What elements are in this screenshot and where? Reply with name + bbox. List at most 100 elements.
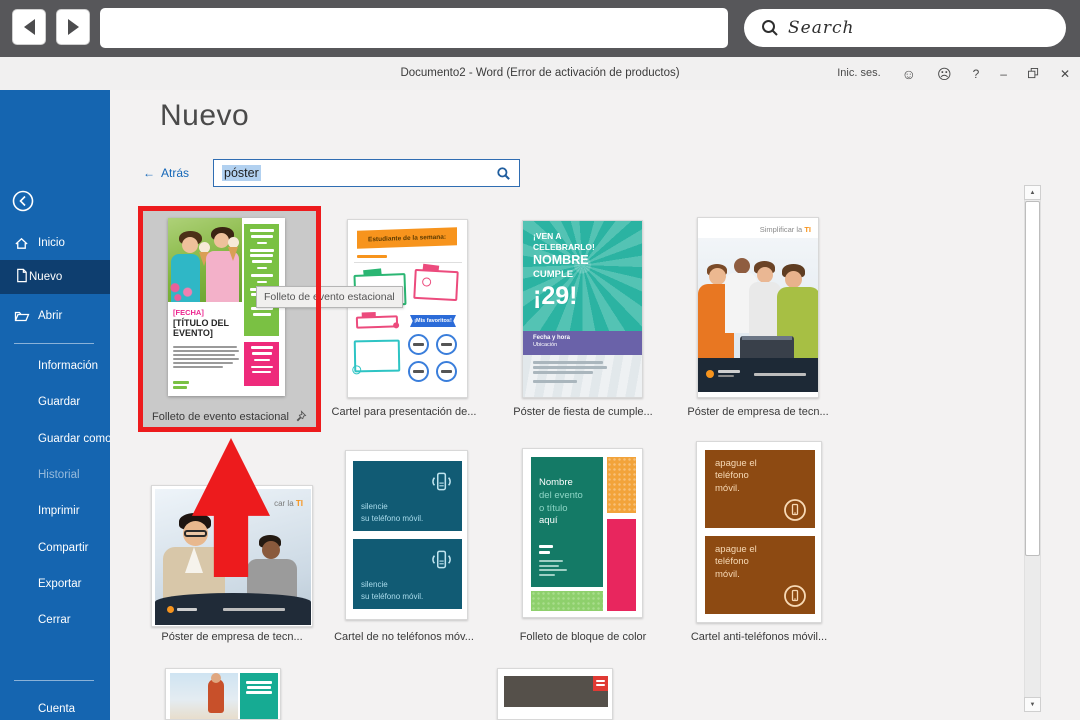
- poster-line: teléfono: [715, 470, 815, 482]
- poster-footer-band: [698, 358, 819, 392]
- frown-feedback-icon[interactable]: ☹: [937, 67, 952, 81]
- sidebar-item-cerrar[interactable]: Cerrar: [38, 614, 71, 626]
- template-titulo-text: [TÍTULO DEL EVENTO]: [173, 318, 239, 339]
- open-folder-icon: [14, 308, 30, 324]
- sidebar-item-label: Abrir: [38, 310, 62, 322]
- template-card-anti-telefonos[interactable]: apague el teléfono móvil. apague el telé…: [696, 441, 822, 623]
- browser-back-button[interactable]: [12, 9, 46, 45]
- pin-icon[interactable]: [294, 410, 307, 423]
- headline-accent: TI: [296, 499, 303, 508]
- scrollbar-down-button[interactable]: ▼: [1024, 697, 1041, 712]
- phone-icon: [428, 469, 454, 495]
- template-card-poster-cumple[interactable]: ¡VEN A CELEBRARLO! NOMBRE CUMPLE ¡29! Fe…: [522, 220, 643, 398]
- people-photo-placeholder: [698, 238, 819, 358]
- silence-phone-block: silencie su teléfono móvil.: [353, 539, 462, 609]
- sidebar-item-historial[interactable]: Historial: [38, 469, 80, 481]
- page-title: Nuevo: [160, 99, 249, 133]
- template-caption[interactable]: Póster de empresa de tecn...: [673, 406, 843, 418]
- atras-back-link[interactable]: ← Atrás: [143, 166, 189, 180]
- template-search-input[interactable]: póster: [213, 159, 520, 187]
- scrollbar-up-button[interactable]: ▲: [1024, 185, 1041, 200]
- atras-label: Atrás: [161, 166, 189, 180]
- poster-line: apague el: [715, 458, 815, 470]
- template-caption-row: Folleto de evento estacional: [143, 410, 316, 423]
- sidebar-item-imprimir[interactable]: Imprimir: [38, 505, 80, 517]
- template-card-no-telefonos[interactable]: silencie su teléfono móvil. silencie su …: [345, 450, 468, 620]
- poster-line: su teléfono móvil.: [361, 592, 423, 601]
- kids-photo-placeholder: [168, 218, 242, 302]
- template-caption[interactable]: Cartel de no teléfonos móv...: [319, 631, 489, 643]
- poster-line: silencie: [361, 580, 388, 589]
- sidebar-item-label: Inicio: [38, 237, 65, 249]
- headline-accent: TI: [804, 225, 811, 234]
- poster-headline: car la TI: [274, 499, 303, 508]
- screenshot-root: Search Documento2 - Word (Error de activ…: [0, 0, 1080, 720]
- home-icon: [14, 235, 30, 251]
- sidebar-item-nuevo-selected[interactable]: Nuevo: [0, 260, 110, 294]
- people-photo-placeholder: car la TI: [155, 489, 311, 625]
- sidebar-item-cuenta[interactable]: Cuenta: [38, 703, 75, 715]
- word-titlebar: Documento2 - Word (Error de activación d…: [0, 57, 1080, 90]
- logo-dot: [706, 370, 714, 378]
- sidebar-item-informacion[interactable]: Información: [38, 360, 98, 372]
- poster-line: su teléfono móvil.: [361, 514, 423, 523]
- template-card-cartel-presentacion[interactable]: Estudiante de la semana: ¡Mis favoritos!: [347, 219, 468, 398]
- teal-text-block: [240, 673, 278, 720]
- silence-phone-block: silencie su teléfono móvil.: [353, 461, 462, 531]
- window-controls: Inic. ses. ☺ ☹ ? – ✕: [837, 57, 1070, 90]
- backstage-sidebar: Inicio Nuevo Abrir Información Guardar G…: [0, 90, 110, 720]
- text-lines-placeholder: [539, 545, 567, 576]
- template-card-partial-2[interactable]: [497, 668, 613, 720]
- back-triangle-icon: [24, 19, 35, 35]
- red-badge: [593, 676, 608, 691]
- poster-headline: Simplificar la TI: [760, 225, 811, 234]
- template-fecha-text: [FECHA]: [173, 308, 204, 317]
- text-lines-placeholder: [244, 342, 279, 386]
- sidebar-item-guardar-como[interactable]: Guardar como: [38, 433, 112, 445]
- help-button[interactable]: ?: [973, 68, 980, 80]
- starburst-background: ¡VEN A CELEBRARLO! NOMBRE CUMPLE ¡29!: [523, 221, 642, 331]
- phone-circle-icon: [783, 498, 807, 522]
- sidebar-divider: [14, 680, 94, 681]
- sign-in-button[interactable]: Inic. ses.: [837, 68, 880, 79]
- poster-line: o título: [539, 503, 603, 516]
- minimize-button[interactable]: –: [1000, 68, 1007, 80]
- restore-window-button[interactable]: [1028, 68, 1039, 79]
- browser-search-box[interactable]: Search: [744, 9, 1066, 47]
- purple-band: Fecha y hora Ubicación: [523, 331, 642, 355]
- sidebar-item-label: Nuevo: [29, 271, 62, 283]
- template-card-bloque-color[interactable]: Nombre del evento o título aquí: [522, 448, 643, 618]
- template-caption[interactable]: Cartel anti-teléfonos móvil...: [674, 631, 844, 643]
- smiley-feedback-icon[interactable]: ☺: [902, 67, 916, 81]
- sidebar-item-exportar[interactable]: Exportar: [38, 578, 81, 590]
- orange-banner: Estudiante de la semana:: [357, 227, 457, 248]
- address-bar-input[interactable]: [100, 8, 728, 48]
- sidebar-item-inicio[interactable]: Inicio: [0, 230, 110, 256]
- template-card-empresa-tecnologia-2[interactable]: car la TI: [151, 485, 313, 627]
- scrollbar-thumb[interactable]: [1025, 201, 1040, 556]
- text-lines-placeholder: [244, 224, 279, 336]
- template-caption[interactable]: Póster de empresa de tecn...: [147, 631, 317, 643]
- template-caption[interactable]: Póster de fiesta de cumple...: [498, 406, 668, 418]
- sidebar-item-abrir[interactable]: Abrir: [0, 303, 110, 329]
- dark-bar-placeholder: [504, 676, 608, 707]
- orange-block: [607, 457, 636, 513]
- backstage-back-icon[interactable]: [12, 190, 34, 212]
- logo-placeholder: [173, 381, 189, 389]
- poster-line: móvil.: [715, 569, 815, 581]
- poster-ubicacion: Ubicación: [533, 342, 642, 348]
- green-block: Nombre del evento o título aquí: [531, 457, 603, 587]
- sidebar-item-compartir[interactable]: Compartir: [38, 542, 88, 554]
- sidebar-item-guardar[interactable]: Guardar: [38, 396, 80, 408]
- template-tooltip: Folleto de evento estacional: [256, 286, 403, 308]
- browser-toolbar: Search: [0, 0, 1080, 59]
- template-card-partial-1[interactable]: [165, 668, 281, 720]
- template-caption[interactable]: Folleto de bloque de color: [498, 631, 668, 643]
- search-submit-icon[interactable]: [496, 166, 511, 181]
- template-caption[interactable]: Cartel para presentación de...: [319, 406, 489, 418]
- close-button[interactable]: ✕: [1060, 68, 1070, 80]
- template-card-folleto-evento[interactable]: [FECHA] [TÍTULO DEL EVENTO]: [143, 211, 316, 429]
- poster-line: NOMBRE: [533, 253, 642, 269]
- template-card-empresa-tecnologia[interactable]: Simplificar la TI: [697, 217, 819, 398]
- browser-forward-button[interactable]: [56, 9, 90, 45]
